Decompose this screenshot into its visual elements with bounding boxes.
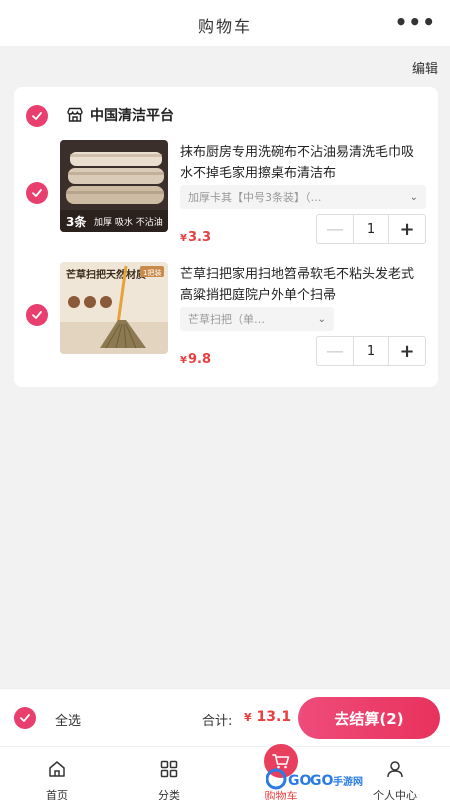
tab-label: 首页 [46,789,68,800]
towel-product-image: 3条 加厚 吸水 不沾油 [60,140,168,232]
product-price: ¥9.8 [180,352,211,367]
tab-label: 分类 [158,789,180,800]
watermark-text-2: GO [310,773,333,789]
product-image[interactable]: 芒草扫把天然材质 1把装 [60,262,168,354]
shop-name[interactable]: 中国清洁平台 [90,105,174,125]
increase-button[interactable]: + [389,215,425,243]
quantity-value[interactable]: 1 [353,337,389,365]
checkout-button[interactable]: 去结算(2) [298,697,440,739]
tab-category[interactable]: 分类 [124,747,214,800]
product-name[interactable]: 芒草扫把家用扫地笤帚软毛不粘头发老式高粱捎把庭院户外单个扫帚 [180,264,426,306]
currency-symbol: ¥ [244,711,252,724]
item-checkbox[interactable] [26,304,48,326]
product-price: ¥3.3 [180,230,211,245]
home-icon [49,761,65,777]
chevron-down-icon: ⌄ [409,191,418,203]
total-amount: 13.1 [256,709,292,725]
checkout-bar: 全选 合计: ¥ 13.1 去结算(2) [0,688,450,746]
select-all-checkbox[interactable] [14,707,36,729]
quantity-stepper: — 1 + [316,336,426,366]
edit-button[interactable]: 编辑 [412,58,438,77]
check-icon [20,714,30,722]
cart-item: 芒草扫把天然材质 1把装 芒草扫把家用扫地笤帚软毛不粘头发老式高粱捎把庭院户外单… [14,262,438,382]
grid-icon [160,760,178,778]
currency-symbol: ¥ [180,355,187,366]
chevron-down-icon: ⌄ [317,313,326,325]
thumb-title: 芒草扫把天然材质 [66,268,146,281]
check-icon [32,112,42,120]
quantity-value[interactable]: 1 [353,215,389,243]
spec-label: 加厚卡其【中号3条装】（… [188,191,322,204]
decrease-button[interactable]: — [317,215,353,243]
thumb-badge: 3条 [66,214,87,229]
tab-home[interactable]: 首页 [12,747,102,800]
spec-selector[interactable]: 加厚卡其【中号3条装】（… ⌄ [180,185,426,209]
person-icon [387,761,403,778]
more-dots-icon[interactable]: ••• [395,10,436,34]
currency-symbol: ¥ [180,233,187,244]
shop-checkbox[interactable] [26,105,48,127]
page-title: 购物车 [197,17,252,36]
shop-card: 中国清洁平台 3条 加厚 吸水 不沾油 抹布厨房专用洗碗布不沾油易清洗毛巾吸水不… [14,87,438,387]
increase-button[interactable]: + [389,337,425,365]
thumb-tag: 1把装 [143,268,161,277]
spec-label: 芒草扫把（单… [188,313,265,326]
price-value: 9.8 [187,352,211,367]
total-value: ¥ 13.1 [244,709,291,725]
thumb-caption: 加厚 吸水 不沾油 [94,216,163,228]
check-icon [32,311,42,319]
quantity-stepper: — 1 + [316,214,426,244]
cart-item: 3条 加厚 吸水 不沾油 抹布厨房专用洗碗布不沾油易清洗毛巾吸水不掉毛家用擦桌布… [14,140,438,260]
watermark-text-1: GO [288,773,311,789]
select-all-label[interactable]: 全选 [55,710,81,729]
price-value: 3.3 [187,230,211,245]
product-image[interactable]: 3条 加厚 吸水 不沾油 [60,140,168,232]
item-checkbox[interactable] [26,182,48,204]
total-label: 合计: [202,714,233,729]
watermark-text-3: 手游网 [333,775,363,788]
spec-selector[interactable]: 芒草扫把（单… ⌄ [180,307,334,331]
gogo-watermark-logo: GO GO 手游网 [266,768,363,790]
shop-icon [67,107,83,122]
bottom-tab-bar: 首页 分类 购物车 个人中心 [0,741,450,800]
product-name[interactable]: 抹布厨房专用洗碗布不沾油易清洗毛巾吸水不掉毛家用擦桌布清洁布 [180,142,426,184]
decrease-button[interactable]: — [317,337,353,365]
broom-product-image: 芒草扫把天然材质 1把装 [60,262,168,354]
check-icon [32,189,42,197]
top-bar: 购物车 ••• [0,0,450,46]
